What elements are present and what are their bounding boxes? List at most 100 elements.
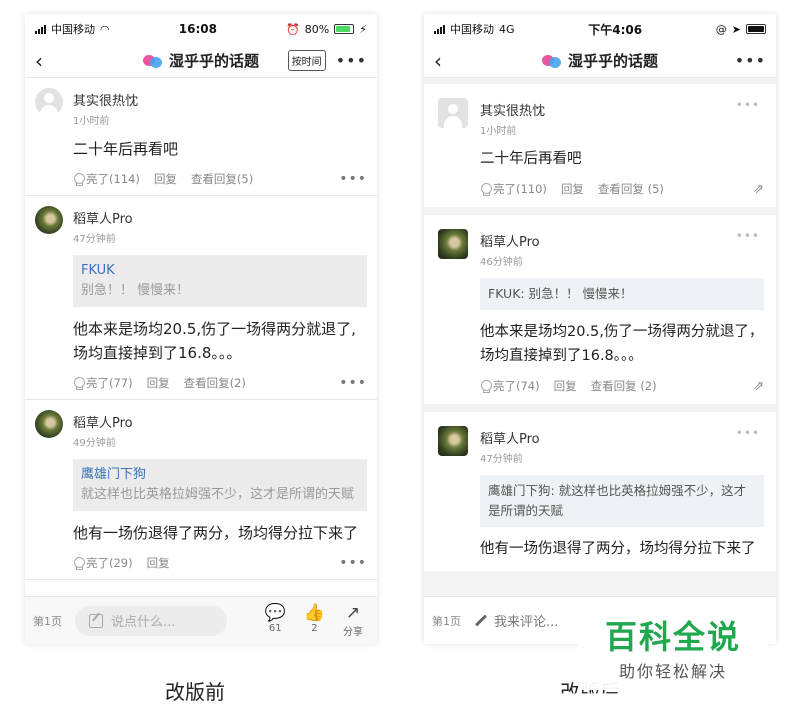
comment-actions: 亮了(74) 回复 查看回复 (2) ⇗ <box>480 378 764 394</box>
phone-new-version: 中国移动 4G 下午4:06 @ ➤ ‹ 湿乎乎的话题 ••• ••• 其实很热… <box>424 14 776 644</box>
comment-actions: 亮了(29) 回复 ••• <box>73 555 367 571</box>
topic-bubbles-icon <box>142 53 163 69</box>
comment-feed[interactable]: 其实很热忱 1小时前 二十年后再看吧 亮了(114) 回复 查看回复(5) ••… <box>25 78 377 596</box>
like-button[interactable]: 亮了(114) <box>73 171 140 187</box>
nav-bar: ‹ 湿乎乎的话题 ••• <box>424 44 776 78</box>
page-title-text: 湿乎乎的话题 <box>168 52 260 70</box>
avatar[interactable] <box>35 88 63 116</box>
comment-input-placeholder: 我来评论... <box>494 615 559 630</box>
comment-input[interactable]: 我来评论... <box>474 611 558 630</box>
avatar[interactable] <box>438 98 468 128</box>
share-icon[interactable]: ⇗ <box>753 182 764 197</box>
wifi-icon: ◠ <box>100 22 110 36</box>
comment-username[interactable]: 稻草人Pro <box>480 231 764 250</box>
comment-username[interactable]: 稻草人Pro <box>73 208 367 227</box>
quoted-comment[interactable]: FKUK 别急！！ 慢慢来！ <box>73 255 367 307</box>
comment-time: 1小时前 <box>480 126 517 137</box>
comment-item: ••• 稻草人Pro 46分钟前 FKUK: 别急！！ 慢慢来！ 他本来是场均2… <box>424 215 776 412</box>
comment-time: 47分钟前 <box>480 454 523 465</box>
like-count: 亮了(110) <box>493 182 547 196</box>
edit-icon <box>89 613 103 628</box>
comment-actions: 亮了(110) 回复 查看回复 (5) ⇗ <box>480 181 764 197</box>
like-count: 亮了(29) <box>86 556 133 570</box>
comment-input[interactable]: 说点什么... <box>75 605 227 636</box>
like-count: 亮了(114) <box>86 172 140 186</box>
comment-username[interactable]: 其实很热忱 <box>73 90 367 109</box>
status-bar: 中国移动 4G 下午4:06 @ ➤ <box>424 14 776 44</box>
lightbulb-icon <box>73 556 85 570</box>
comment-text: 他有一场伤退得了两分，场均得分拉下来了 <box>73 524 359 542</box>
avatar[interactable] <box>35 410 63 438</box>
view-replies-link[interactable]: 查看回复(5) <box>191 171 253 187</box>
signal-icon <box>35 24 46 34</box>
comment-text: 二十年后再看吧 <box>73 140 179 158</box>
reply-button[interactable]: 回复 <box>147 375 170 391</box>
share-button[interactable]: ↗ 分享 <box>343 602 363 638</box>
lightbulb-icon <box>480 182 492 196</box>
alarm-icon: ⏰ <box>286 22 300 36</box>
more-menu-icon[interactable]: ••• <box>735 51 766 70</box>
bottom-bar: 第1页 说点什么... 💬 61 👍 2 ↗ 分享 <box>25 596 377 644</box>
quoted-text: 就这样也比英格拉姆强不少，这才是所谓的天赋 <box>81 487 355 502</box>
share-icon[interactable]: ⇗ <box>753 379 764 394</box>
back-arrow-icon[interactable]: ‹ <box>434 49 454 73</box>
share-label: 分享 <box>343 626 363 638</box>
comment-text: 二十年后再看吧 <box>480 151 582 167</box>
avatar[interactable] <box>35 206 63 234</box>
reply-button[interactable]: 回复 <box>147 555 170 571</box>
reply-button[interactable]: 回复 <box>554 378 577 394</box>
comment-time: 47分钟前 <box>73 234 116 245</box>
back-arrow-icon[interactable]: ‹ <box>35 49 55 73</box>
reply-button[interactable]: 回复 <box>154 171 177 187</box>
page-title: 湿乎乎的话题 <box>541 50 659 71</box>
page-title: 湿乎乎的话题 <box>142 50 260 71</box>
charging-icon: ⚡ <box>359 22 367 36</box>
comment-more-icon[interactable]: ••• <box>736 229 760 243</box>
comment-username[interactable]: 其实很热忱 <box>480 100 764 119</box>
lightbulb-icon <box>73 172 85 186</box>
status-bar: 中国移动 ◠ 16:08 ⏰ 80% ⚡ <box>25 14 377 44</box>
quoted-comment[interactable]: 鹰雄门下狗: 就这样也比英格拉姆强不少，这才是所谓的天赋 <box>480 475 764 527</box>
sort-by-time-button[interactable]: 按时间 <box>287 50 326 71</box>
thumbs-up-button[interactable]: 👍 2 <box>303 602 325 638</box>
view-replies-link[interactable]: 查看回复 (5) <box>598 181 664 197</box>
reply-button[interactable]: 回复 <box>561 181 584 197</box>
like-button[interactable]: 亮了(77) <box>73 375 133 391</box>
signal-icon <box>434 24 445 34</box>
comment-more-icon[interactable]: ••• <box>736 426 760 440</box>
avatar[interactable] <box>438 229 468 259</box>
comment-username[interactable]: 稻草人Pro <box>480 428 764 447</box>
carrier-label: 中国移动 <box>51 23 95 36</box>
share-icon: ↗ <box>345 602 361 623</box>
quoted-comment[interactable]: 鹰雄门下狗 就这样也比英格拉姆强不少，这才是所谓的天赋 <box>73 459 367 511</box>
comment-more-icon[interactable]: ••• <box>339 171 367 187</box>
avatar[interactable] <box>438 426 468 456</box>
page-title-text: 湿乎乎的话题 <box>567 52 659 70</box>
comment-more-icon[interactable]: ••• <box>339 555 367 571</box>
location-icon: ➤ <box>731 22 741 36</box>
comment-username[interactable]: 稻草人Pro <box>73 412 367 431</box>
like-button[interactable]: 亮了(74) <box>480 378 540 394</box>
thumbs-up-icon: 👍 <box>303 602 325 623</box>
comment-feed[interactable]: ••• 其实很热忱 1小时前 二十年后再看吧 亮了(110) 回复 查看回复 (… <box>424 78 776 596</box>
comment-text: 他本来是场均20.5,伤了一场得两分就退了,场均直接掉到了16.8。。。 <box>73 320 356 362</box>
comments-button[interactable]: 💬 61 <box>265 603 286 638</box>
comment-item: 其实很热忱 1小时前 二十年后再看吧 亮了(114) 回复 查看回复(5) ••… <box>25 78 377 196</box>
page-indicator[interactable]: 第1页 <box>33 613 67 629</box>
page-indicator[interactable]: 第1页 <box>432 613 466 629</box>
comment-more-icon[interactable]: ••• <box>736 98 760 112</box>
view-replies-link[interactable]: 查看回复 (2) <box>591 378 657 394</box>
comment-time: 46分钟前 <box>480 257 523 268</box>
more-menu-icon[interactable]: ••• <box>336 51 367 70</box>
quoted-username: FKUK <box>81 263 115 278</box>
like-button[interactable]: 亮了(110) <box>480 181 547 197</box>
like-count: 亮了(77) <box>86 376 133 390</box>
watermark-title: 百科全说 <box>604 618 741 656</box>
view-replies-link[interactable]: 查看回复(2) <box>184 375 246 391</box>
like-button[interactable]: 亮了(29) <box>73 555 133 571</box>
comment-item: 稻草人Pro 49分钟前 鹰雄门下狗 就这样也比英格拉姆强不少，这才是所谓的天赋… <box>25 400 377 580</box>
quoted-comment[interactable]: FKUK: 别急！！ 慢慢来！ <box>480 278 764 310</box>
pencil-icon <box>474 614 488 627</box>
likes-count: 2 <box>311 622 318 634</box>
comment-more-icon[interactable]: ••• <box>339 375 367 391</box>
